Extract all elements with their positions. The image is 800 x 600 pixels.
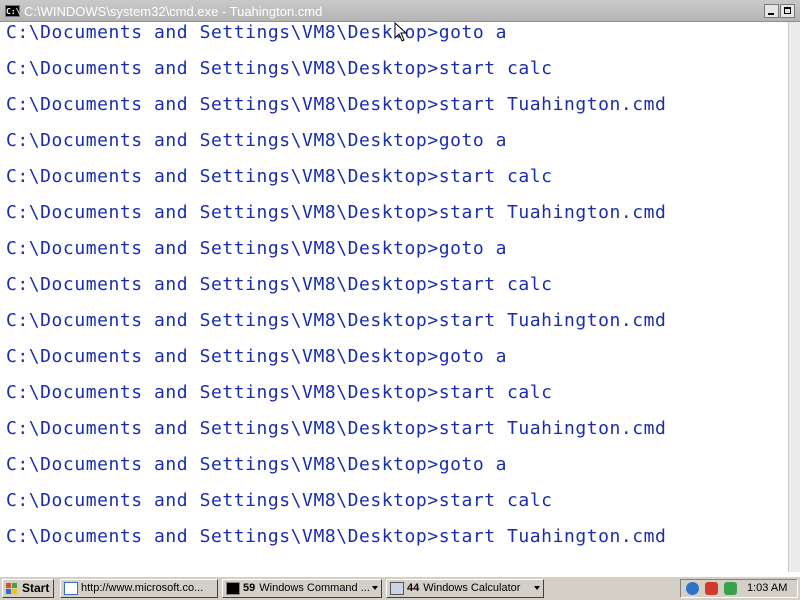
system-tray: 1:03 AM [680, 579, 798, 598]
calculator-icon [390, 582, 404, 595]
start-button[interactable]: Start [2, 579, 54, 598]
cmd-icon [226, 582, 240, 595]
console-line: C:\Documents and Settings\VM8\Desktop>go… [6, 22, 508, 43]
taskbar-group-count: 59 [243, 582, 256, 594]
start-label: Start [22, 581, 50, 595]
console-line: C:\Documents and Settings\VM8\Desktop>st… [6, 202, 667, 223]
minimize-button[interactable] [764, 4, 779, 18]
minimize-icon [768, 13, 774, 15]
console-line: C:\Documents and Settings\VM8\Desktop>st… [6, 94, 667, 115]
console-line: C:\Documents and Settings\VM8\Desktop>go… [6, 346, 508, 367]
window-title-bar[interactable]: C:\ C:\WINDOWS\system32\cmd.exe - Tuahin… [0, 0, 800, 22]
console-output[interactable]: C:\Documents and Settings\VM8\Desktop>go… [0, 22, 788, 572]
chevron-down-icon [372, 586, 378, 590]
network-icon[interactable] [686, 582, 699, 595]
taskbar-button-label: Windows Command ... [259, 582, 370, 594]
taskbar-button-command[interactable]: 59 Windows Command ... [222, 579, 382, 598]
taskbar-button-calculator[interactable]: 44 Windows Calculator [386, 579, 544, 598]
ie-page-icon [64, 582, 78, 595]
console-line: C:\Documents and Settings\VM8\Desktop>st… [6, 418, 667, 439]
console-line: C:\Documents and Settings\VM8\Desktop>st… [6, 382, 553, 403]
vertical-scrollbar[interactable] [788, 22, 800, 572]
console-line: C:\Documents and Settings\VM8\Desktop>st… [6, 526, 667, 547]
console-line: C:\Documents and Settings\VM8\Desktop>st… [6, 166, 553, 187]
taskbar-group-count: 44 [407, 582, 420, 594]
taskbar-button-label: http://www.microsoft.co... [81, 582, 204, 594]
window-title: C:\WINDOWS\system32\cmd.exe - Tuahington… [24, 4, 323, 19]
cmd-window-icon[interactable]: C:\ [5, 5, 20, 17]
taskbar-clock[interactable]: 1:03 AM [747, 580, 787, 597]
console-line: C:\Documents and Settings\VM8\Desktop>go… [6, 238, 508, 259]
taskbar-button-label: Windows Calculator [423, 582, 521, 594]
console-line: C:\Documents and Settings\VM8\Desktop>st… [6, 274, 553, 295]
maximize-button[interactable] [780, 4, 795, 18]
taskbar: Start http://www.microsoft.co... 59 Windo… [0, 576, 800, 600]
console-line: C:\Documents and Settings\VM8\Desktop>st… [6, 58, 553, 79]
windows-logo-icon [6, 583, 18, 594]
taskbar-button-browser[interactable]: http://www.microsoft.co... [60, 579, 218, 598]
console-line: C:\Documents and Settings\VM8\Desktop>st… [6, 310, 667, 331]
chevron-down-icon [534, 586, 540, 590]
mouse-pointer-icon [394, 22, 408, 42]
maximize-icon [784, 7, 791, 14]
console-line: C:\Documents and Settings\VM8\Desktop>go… [6, 454, 508, 475]
update-icon[interactable] [724, 582, 737, 595]
console-line: C:\Documents and Settings\VM8\Desktop>st… [6, 490, 553, 511]
security-shield-icon[interactable] [705, 582, 718, 595]
console-line: C:\Documents and Settings\VM8\Desktop>go… [6, 130, 508, 151]
